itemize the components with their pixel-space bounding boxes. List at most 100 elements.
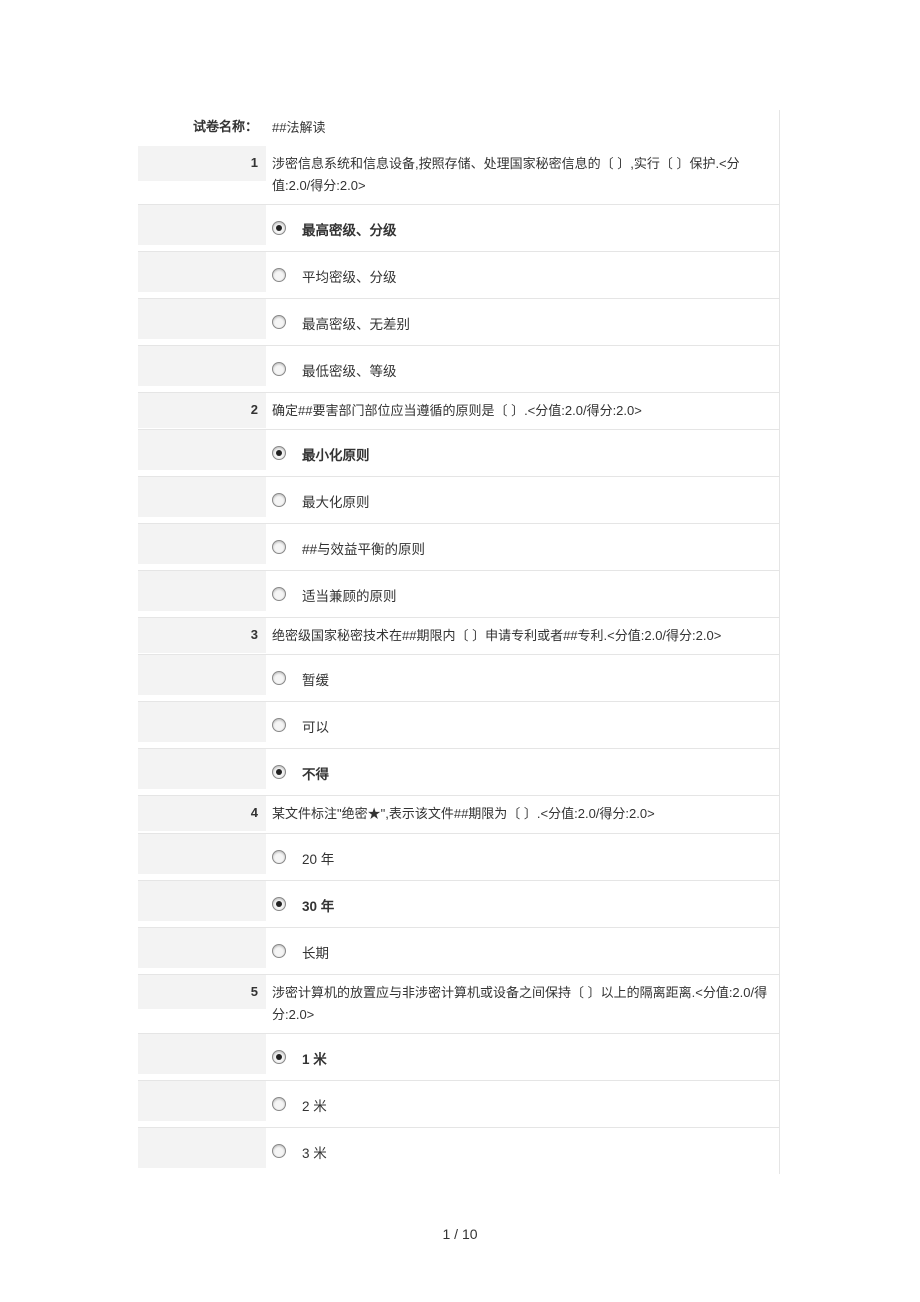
option-body: 3 米 (266, 1128, 779, 1174)
question-row: 5涉密计算机的放置应与非涉密计算机或设备之间保持〔 〕以上的隔离距离.<分值:2… (138, 974, 779, 1033)
option-body: 暂缓 (266, 655, 779, 701)
radio-button[interactable] (272, 944, 286, 958)
radio-button[interactable] (272, 765, 286, 779)
option-body: 最高密级、分级 (266, 205, 779, 251)
radio-button[interactable] (272, 897, 286, 911)
option-row: 最高密级、无差别 (138, 298, 779, 345)
option-row: 平均密级、分级 (138, 251, 779, 298)
option-label: 最小化原则 (302, 442, 370, 464)
radio-button[interactable] (272, 540, 286, 554)
option-row: 1 米 (138, 1033, 779, 1080)
option-gutter (138, 1034, 266, 1074)
option-gutter (138, 571, 266, 611)
option-body: 最大化原则 (266, 477, 779, 523)
option-row: 不得 (138, 748, 779, 795)
option-row: 适当兼顾的原则 (138, 570, 779, 617)
option-label: 最高密级、分级 (302, 217, 397, 239)
radio-button[interactable] (272, 1144, 286, 1158)
option-gutter (138, 346, 266, 386)
radio-button[interactable] (272, 446, 286, 460)
option-body: ##与效益平衡的原则 (266, 524, 779, 570)
option-gutter (138, 205, 266, 245)
option-body: 最低密级、等级 (266, 346, 779, 392)
option-gutter (138, 1081, 266, 1121)
title-value: ##法解读 (266, 110, 779, 146)
question-text: 涉密信息系统和信息设备,按照存储、处理国家秘密信息的〔 〕,实行〔 〕保护.<分… (266, 146, 779, 204)
option-row: 最大化原则 (138, 476, 779, 523)
option-gutter (138, 477, 266, 517)
option-label: 3 米 (302, 1140, 327, 1162)
option-label: 可以 (302, 714, 329, 736)
option-label: 20 年 (302, 846, 334, 868)
question-row: 2确定##要害部门部位应当遵循的原则是〔 〕.<分值:2.0/得分:2.0> (138, 392, 779, 429)
option-body: 30 年 (266, 881, 779, 927)
option-row: 最小化原则 (138, 429, 779, 476)
option-gutter (138, 702, 266, 742)
question-text: 某文件标注"绝密★",表示该文件##期限为〔 〕.<分值:2.0/得分:2.0> (266, 796, 779, 832)
question-row: 4某文件标注"绝密★",表示该文件##期限为〔 〕.<分值:2.0/得分:2.0… (138, 795, 779, 832)
option-label: 暂缓 (302, 667, 329, 689)
radio-button[interactable] (272, 671, 286, 685)
page-indicator: 1 / 10 (0, 1226, 920, 1242)
exam-content: 试卷名称： ##法解读 1涉密信息系统和信息设备,按照存储、处理国家秘密信息的〔… (138, 110, 780, 1174)
document-page: 试卷名称： ##法解读 1涉密信息系统和信息设备,按照存储、处理国家秘密信息的〔… (0, 0, 920, 1302)
option-label: ##与效益平衡的原则 (302, 536, 425, 558)
option-body: 长期 (266, 928, 779, 974)
option-gutter (138, 524, 266, 564)
question-row: 3绝密级国家秘密技术在##期限内〔 〕申请专利或者##专利.<分值:2.0/得分… (138, 617, 779, 654)
option-label: 平均密级、分级 (302, 264, 397, 286)
option-row: 30 年 (138, 880, 779, 927)
option-gutter (138, 430, 266, 470)
question-text: 确定##要害部门部位应当遵循的原则是〔 〕.<分值:2.0/得分:2.0> (266, 393, 779, 429)
option-gutter (138, 1128, 266, 1168)
option-body: 最小化原则 (266, 430, 779, 476)
radio-button[interactable] (272, 268, 286, 282)
question-number: 2 (138, 393, 266, 428)
radio-button[interactable] (272, 221, 286, 235)
radio-button[interactable] (272, 587, 286, 601)
option-gutter (138, 655, 266, 695)
option-body: 2 米 (266, 1081, 779, 1127)
option-label: 最大化原则 (302, 489, 370, 511)
radio-button[interactable] (272, 493, 286, 507)
option-label: 最低密级、等级 (302, 358, 397, 380)
radio-button[interactable] (272, 850, 286, 864)
option-gutter (138, 834, 266, 874)
question-number: 4 (138, 796, 266, 831)
radio-button[interactable] (272, 1097, 286, 1111)
option-row: 最高密级、分级 (138, 204, 779, 251)
option-label: 长期 (302, 940, 329, 962)
question-number: 3 (138, 618, 266, 653)
option-label: 1 米 (302, 1046, 327, 1068)
question-text: 涉密计算机的放置应与非涉密计算机或设备之间保持〔 〕以上的隔离距离.<分值:2.… (266, 975, 779, 1033)
option-body: 可以 (266, 702, 779, 748)
radio-button[interactable] (272, 362, 286, 376)
option-row: 3 米 (138, 1127, 779, 1174)
question-row: 1涉密信息系统和信息设备,按照存储、处理国家秘密信息的〔 〕,实行〔 〕保护.<… (138, 146, 779, 204)
option-body: 1 米 (266, 1034, 779, 1080)
option-row: 最低密级、等级 (138, 345, 779, 392)
option-body: 不得 (266, 749, 779, 795)
option-gutter (138, 928, 266, 968)
option-body: 20 年 (266, 834, 779, 880)
option-gutter (138, 252, 266, 292)
option-body: 平均密级、分级 (266, 252, 779, 298)
question-number: 1 (138, 146, 266, 181)
radio-button[interactable] (272, 315, 286, 329)
option-gutter (138, 749, 266, 789)
option-body: 最高密级、无差别 (266, 299, 779, 345)
question-text: 绝密级国家秘密技术在##期限内〔 〕申请专利或者##专利.<分值:2.0/得分:… (266, 618, 779, 654)
radio-button[interactable] (272, 1050, 286, 1064)
option-label: 2 米 (302, 1093, 327, 1115)
option-row: 长期 (138, 927, 779, 974)
option-gutter (138, 881, 266, 921)
option-label: 最高密级、无差别 (302, 311, 410, 333)
option-row: 可以 (138, 701, 779, 748)
option-label: 不得 (302, 761, 329, 783)
option-body: 适当兼顾的原则 (266, 571, 779, 617)
title-label: 试卷名称： (138, 110, 266, 145)
question-number: 5 (138, 975, 266, 1010)
option-label: 适当兼顾的原则 (302, 583, 397, 605)
option-row: ##与效益平衡的原则 (138, 523, 779, 570)
radio-button[interactable] (272, 718, 286, 732)
